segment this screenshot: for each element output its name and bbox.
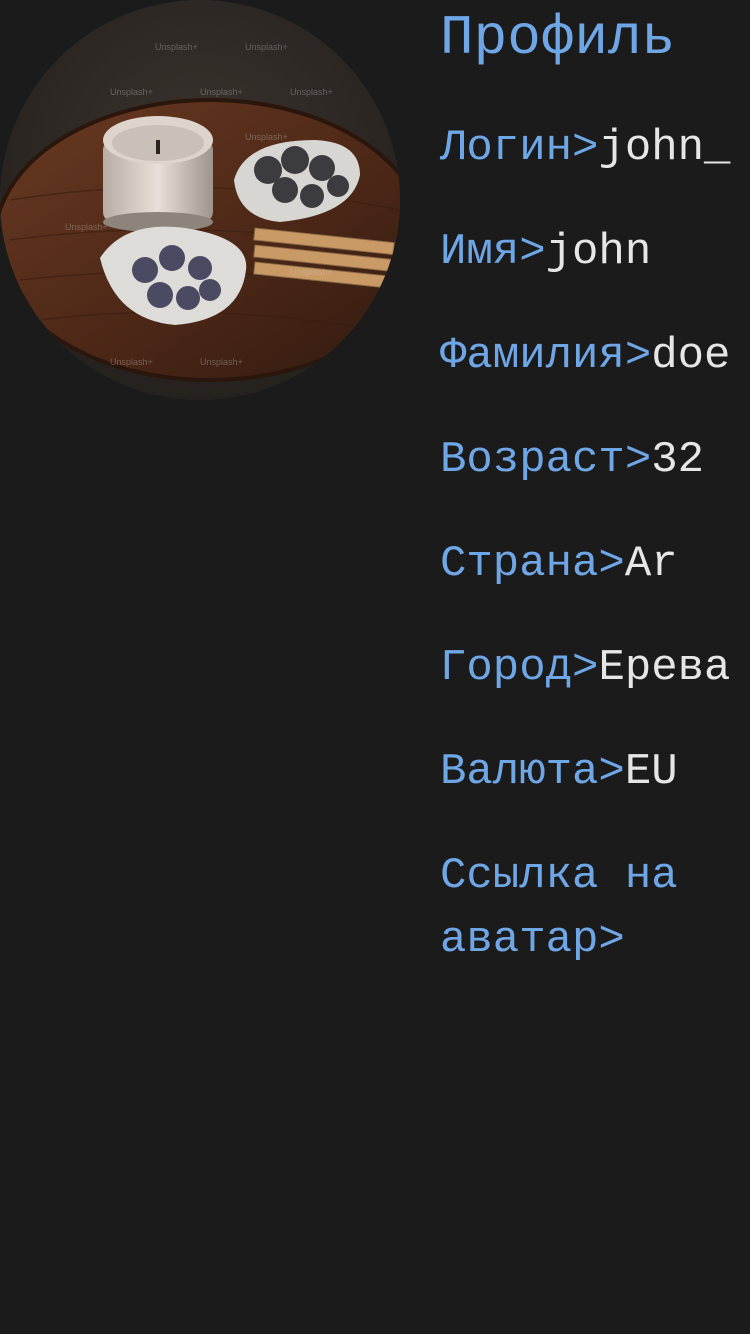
watermark: Unsplash+ [110,357,153,367]
watermark: Unsplash+ [245,42,288,52]
field-value: john [545,227,652,277]
field-label: Имя> [440,227,546,277]
field-label: Возраст> [440,435,652,485]
field-value: Ерева [598,643,731,693]
field-last-name: Фамилия>doe [440,324,730,388]
field-value: john_ [598,123,731,173]
watermark: Unsplash+ [65,222,108,232]
field-label: Город> [440,643,599,693]
field-value: doe [651,331,731,381]
avatar-image[interactable]: Unsplash+ Unsplash+ Unsplash+ Unsplash+ … [0,0,400,400]
field-city: Город>Ерева [440,636,730,700]
watermark: Unsplash+ [290,87,333,97]
field-label: Логин> [440,123,599,173]
field-first-name: Имя>john [440,220,651,284]
field-value: Ar [624,539,678,589]
page-title: Профиль [440,6,676,70]
watermark: Unsplash+ [290,267,333,277]
watermark: Unsplash+ [110,87,153,97]
field-currency: Валюта>EU [440,740,678,804]
field-age: Возраст>32 [440,428,704,492]
field-label: Фамилия> [440,331,652,381]
watermark: Unsplash+ [155,42,198,52]
field-country: Страна>Ar [440,532,678,596]
field-label: Ссылка на аватар> [440,851,678,965]
watermark: Unsplash+ [200,357,243,367]
field-label: Страна> [440,539,625,589]
field-value: 32 [651,435,705,485]
field-label: Валюта> [440,747,625,797]
watermark: Unsplash+ [200,87,243,97]
field-avatar-link: Ссылка на аватар> [440,844,740,972]
field-login: Логин>john_ [440,116,730,180]
field-value: EU [624,747,678,797]
watermark: Unsplash+ [245,132,288,142]
